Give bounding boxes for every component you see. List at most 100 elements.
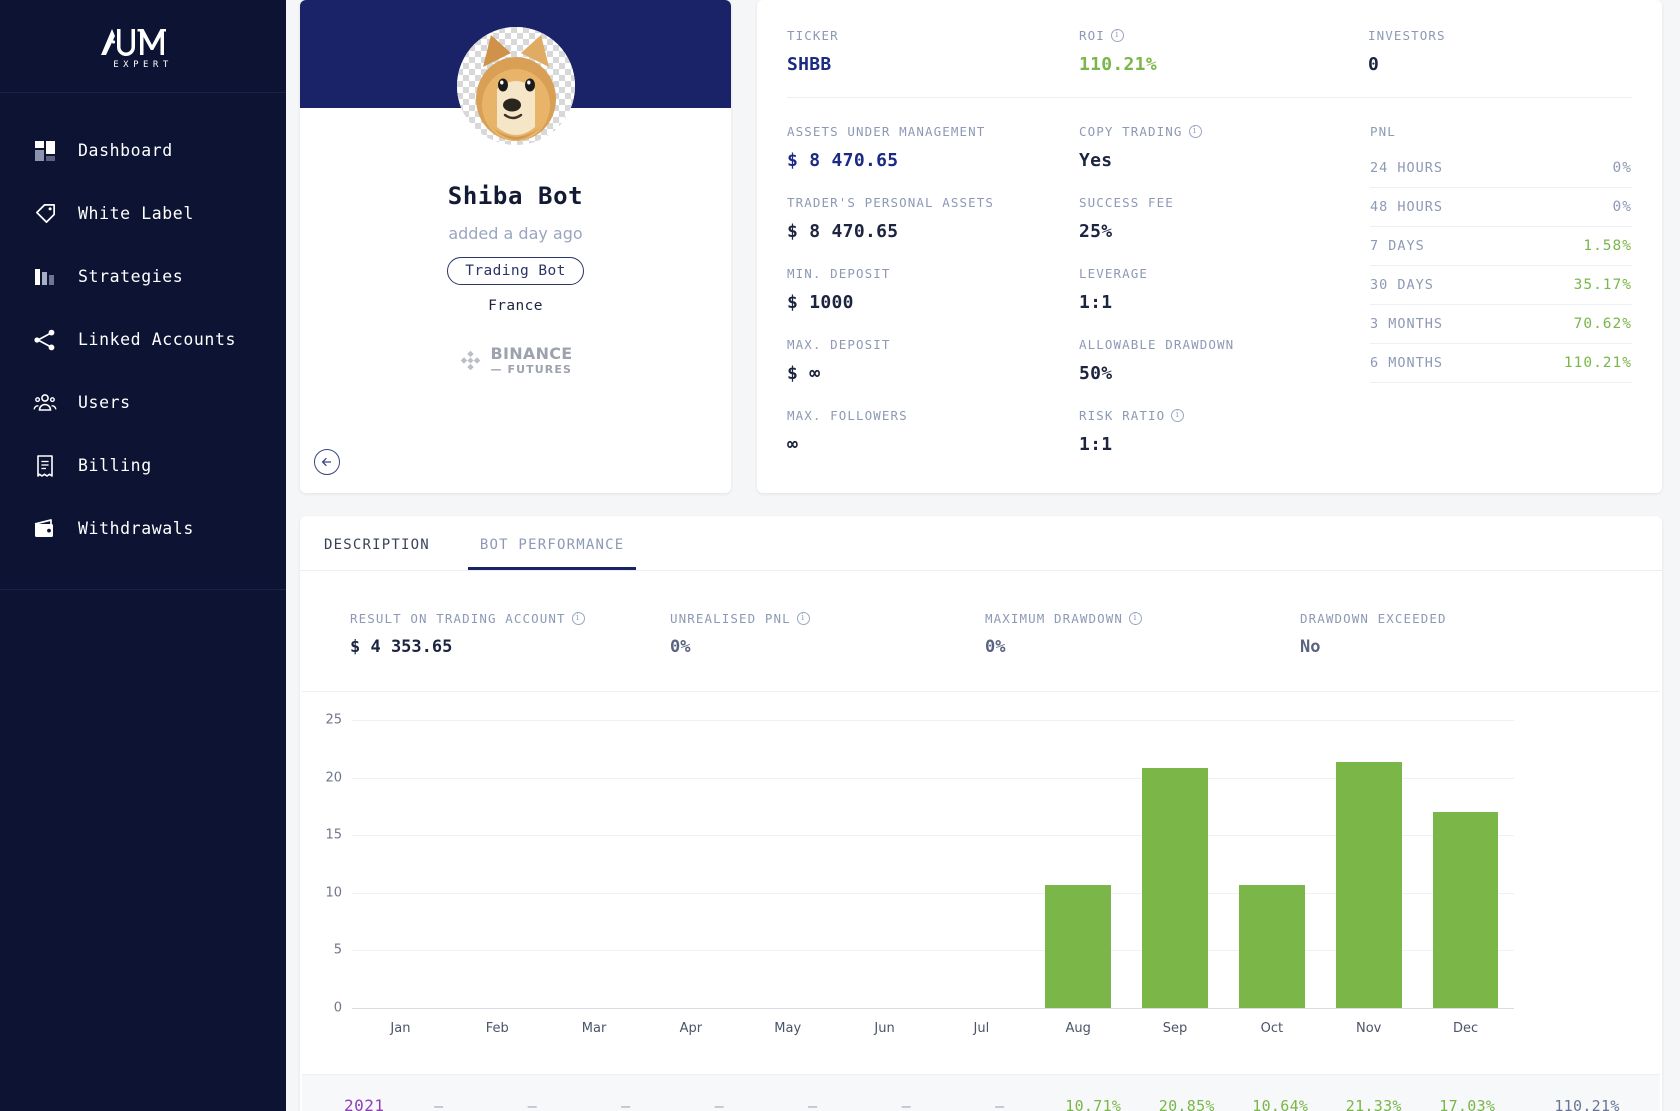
- chart-x-tick: Jun: [874, 1021, 895, 1036]
- stat-label: RISK RATIO i: [1079, 408, 1368, 423]
- stat-value: 0: [1368, 54, 1380, 75]
- chart-bar-slot: [449, 720, 546, 1008]
- svg-text:EXPERT: EXPERT: [113, 60, 173, 70]
- tab-description[interactable]: DESCRIPTION: [312, 537, 442, 570]
- pnl-value: 110.21%: [1563, 355, 1632, 371]
- chart-bar[interactable]: [1142, 767, 1208, 1008]
- stat-label-text: COPY TRADING: [1079, 124, 1183, 139]
- sidebar-item-white-label[interactable]: White Label: [0, 182, 286, 245]
- doge-avatar-icon: [475, 35, 556, 141]
- stat-value: $ 8 470.65: [787, 150, 899, 171]
- performance-panel: DESCRIPTION BOT PERFORMANCE RESULT ON TR…: [300, 516, 1662, 1111]
- pnl-value: 70.62%: [1573, 316, 1632, 332]
- stat-allowable-drawdown: ALLOWABLE DRAWDOWN 50%: [1079, 337, 1368, 384]
- stat-label-text: RESULT ON TRADING ACCOUNT: [350, 611, 566, 626]
- chart-x-tick: Jul: [973, 1021, 990, 1036]
- top-row: Shiba Bot added a day ago Trading Bot Fr…: [300, 0, 1662, 493]
- chart-y-tick: 25: [325, 712, 342, 728]
- stat-label: ALLOWABLE DRAWDOWN: [1079, 337, 1235, 352]
- stat-value: $ 1000: [787, 292, 854, 313]
- chart-bar[interactable]: [1045, 884, 1112, 1008]
- stat-investors: INVESTORS 0: [1368, 28, 1632, 75]
- stat-label: INVESTORS: [1368, 28, 1446, 43]
- chart-bar-slot: [642, 720, 739, 1008]
- info-icon[interactable]: i: [1110, 29, 1124, 42]
- stat-aum: ASSETS UNDER MANAGEMENT $ 8 470.65: [787, 124, 1079, 171]
- stat-value: 1:1: [1079, 434, 1113, 455]
- stat-value: ∞: [787, 434, 799, 455]
- stat-label: TRADER'S PERSONAL ASSETS: [787, 195, 995, 210]
- sidebar-item-withdrawals[interactable]: Withdrawals: [0, 497, 286, 560]
- info-icon[interactable]: i: [796, 612, 810, 625]
- sidebar-nav: Dashboard White Label Strategies Linked …: [0, 93, 286, 560]
- arrow-left-icon: [321, 457, 331, 467]
- wallet-icon: [30, 514, 60, 544]
- info-icon[interactable]: i: [571, 612, 585, 625]
- chart-x-tick: May: [774, 1021, 802, 1036]
- stat-leverage: LEVERAGE 1:1: [1079, 266, 1368, 313]
- info-icon[interactable]: i: [1129, 612, 1143, 625]
- back-button[interactable]: [314, 449, 340, 475]
- sidebar-item-strategies[interactable]: Strategies: [0, 245, 286, 308]
- sidebar-item-label: Billing: [78, 456, 152, 475]
- pnl-row: 7 DAYS 1.58%: [1370, 227, 1632, 266]
- stat-value: $ 8 470.65: [787, 221, 899, 242]
- stat-label: RESULT ON TRADING ACCOUNT i: [350, 611, 670, 626]
- tab-bot-performance[interactable]: BOT PERFORMANCE: [467, 537, 637, 570]
- stat-value: 1:1: [1079, 292, 1113, 313]
- chart-bar-slot: [1030, 720, 1127, 1008]
- year-total: 110.21%: [1554, 1096, 1620, 1111]
- stats-grid-top: TICKER SHBB ROI i 110.21% INVESTORS 0: [787, 28, 1632, 98]
- pnl-row: 48 HOURS 0%: [1370, 188, 1632, 227]
- month-cell: 17.03%: [1439, 1096, 1496, 1111]
- stat-value: No: [1300, 637, 1321, 657]
- info-icon[interactable]: i: [1171, 409, 1185, 422]
- stat-value: Yes: [1079, 150, 1113, 171]
- stat-traders-personal-assets: TRADER'S PERSONAL ASSETS $ 8 470.65: [787, 195, 1079, 242]
- stats-grid-bottom: ASSETS UNDER MANAGEMENT $ 8 470.65 TRADE…: [787, 98, 1632, 455]
- sidebar-item-users[interactable]: Users: [0, 371, 286, 434]
- chart-bar[interactable]: [1238, 885, 1305, 1008]
- sidebar-item-billing[interactable]: Billing: [0, 434, 286, 497]
- dashboard-icon: [30, 136, 60, 166]
- avatar: [456, 27, 575, 145]
- chart-bar[interactable]: [1335, 762, 1402, 1008]
- sidebar-item-linked-accounts[interactable]: Linked Accounts: [0, 308, 286, 371]
- exchange-name-top: BINANCE: [490, 344, 573, 363]
- pnl-table: PNL 24 HOURS 0% 48 HOURS 0% 7 DAYS 1.58%: [1368, 124, 1632, 455]
- performance-chart: 0 5 10 15 20 25 Jan Feb Mar Apr May Jun Jul Aug Sep Oc…: [300, 712, 1662, 1042]
- chart-bar-slot: [546, 720, 643, 1008]
- stat-label-text: UNREALISED PNL: [670, 611, 791, 626]
- month-cell: –: [621, 1096, 631, 1111]
- chart-bar-slot: [1127, 720, 1224, 1008]
- stat-risk-ratio: RISK RATIO i 1:1: [1079, 408, 1368, 455]
- chart-bar[interactable]: [1432, 811, 1499, 1008]
- brand-logo[interactable]: EXPERT: [0, 0, 286, 93]
- pnl-value: 1.58%: [1583, 238, 1632, 254]
- pnl-period: 24 HOURS: [1370, 160, 1444, 176]
- profile-body: Shiba Bot added a day ago Trading Bot Fr…: [300, 108, 731, 376]
- binance-icon: [461, 350, 481, 370]
- sidebar-item-label: Dashboard: [78, 141, 173, 160]
- stat-value: SHBB: [787, 54, 832, 75]
- sidebar-item-label: Linked Accounts: [78, 330, 237, 349]
- page-title: Shiba Bot: [447, 182, 584, 210]
- stat-label: MAXIMUM DRAWDOWN i: [985, 611, 1300, 626]
- sidebar-item-dashboard[interactable]: Dashboard: [0, 119, 286, 182]
- pnl-row: 3 MONTHS 70.62%: [1370, 305, 1632, 344]
- month-cell: 20.85%: [1158, 1096, 1215, 1111]
- stat-result-on-trading-account: RESULT ON TRADING ACCOUNT i $ 4 353.65: [350, 611, 670, 657]
- chart-x-tick: Dec: [1452, 1021, 1479, 1036]
- year-breakdown-table: 2021 – – – – – – – 10.71% 20.85% 10.64% 21.33% 17.0…: [302, 1074, 1660, 1111]
- chart-bar-slot: [1320, 720, 1417, 1008]
- pnl-row: 6 MONTHS 110.21%: [1370, 344, 1632, 383]
- stat-roi: ROI i 110.21%: [1079, 28, 1368, 75]
- pnl-row: 30 DAYS 35.17%: [1370, 266, 1632, 305]
- year-label: 2021: [344, 1096, 385, 1111]
- pnl-period: 30 DAYS: [1370, 277, 1434, 293]
- stat-min-deposit: MIN. DEPOSIT $ 1000: [787, 266, 1079, 313]
- pnl-period: 7 DAYS: [1370, 238, 1425, 254]
- pnl-period: 3 MONTHS: [1370, 316, 1444, 332]
- info-icon[interactable]: i: [1188, 125, 1202, 138]
- pnl-value: 35.17%: [1573, 277, 1632, 293]
